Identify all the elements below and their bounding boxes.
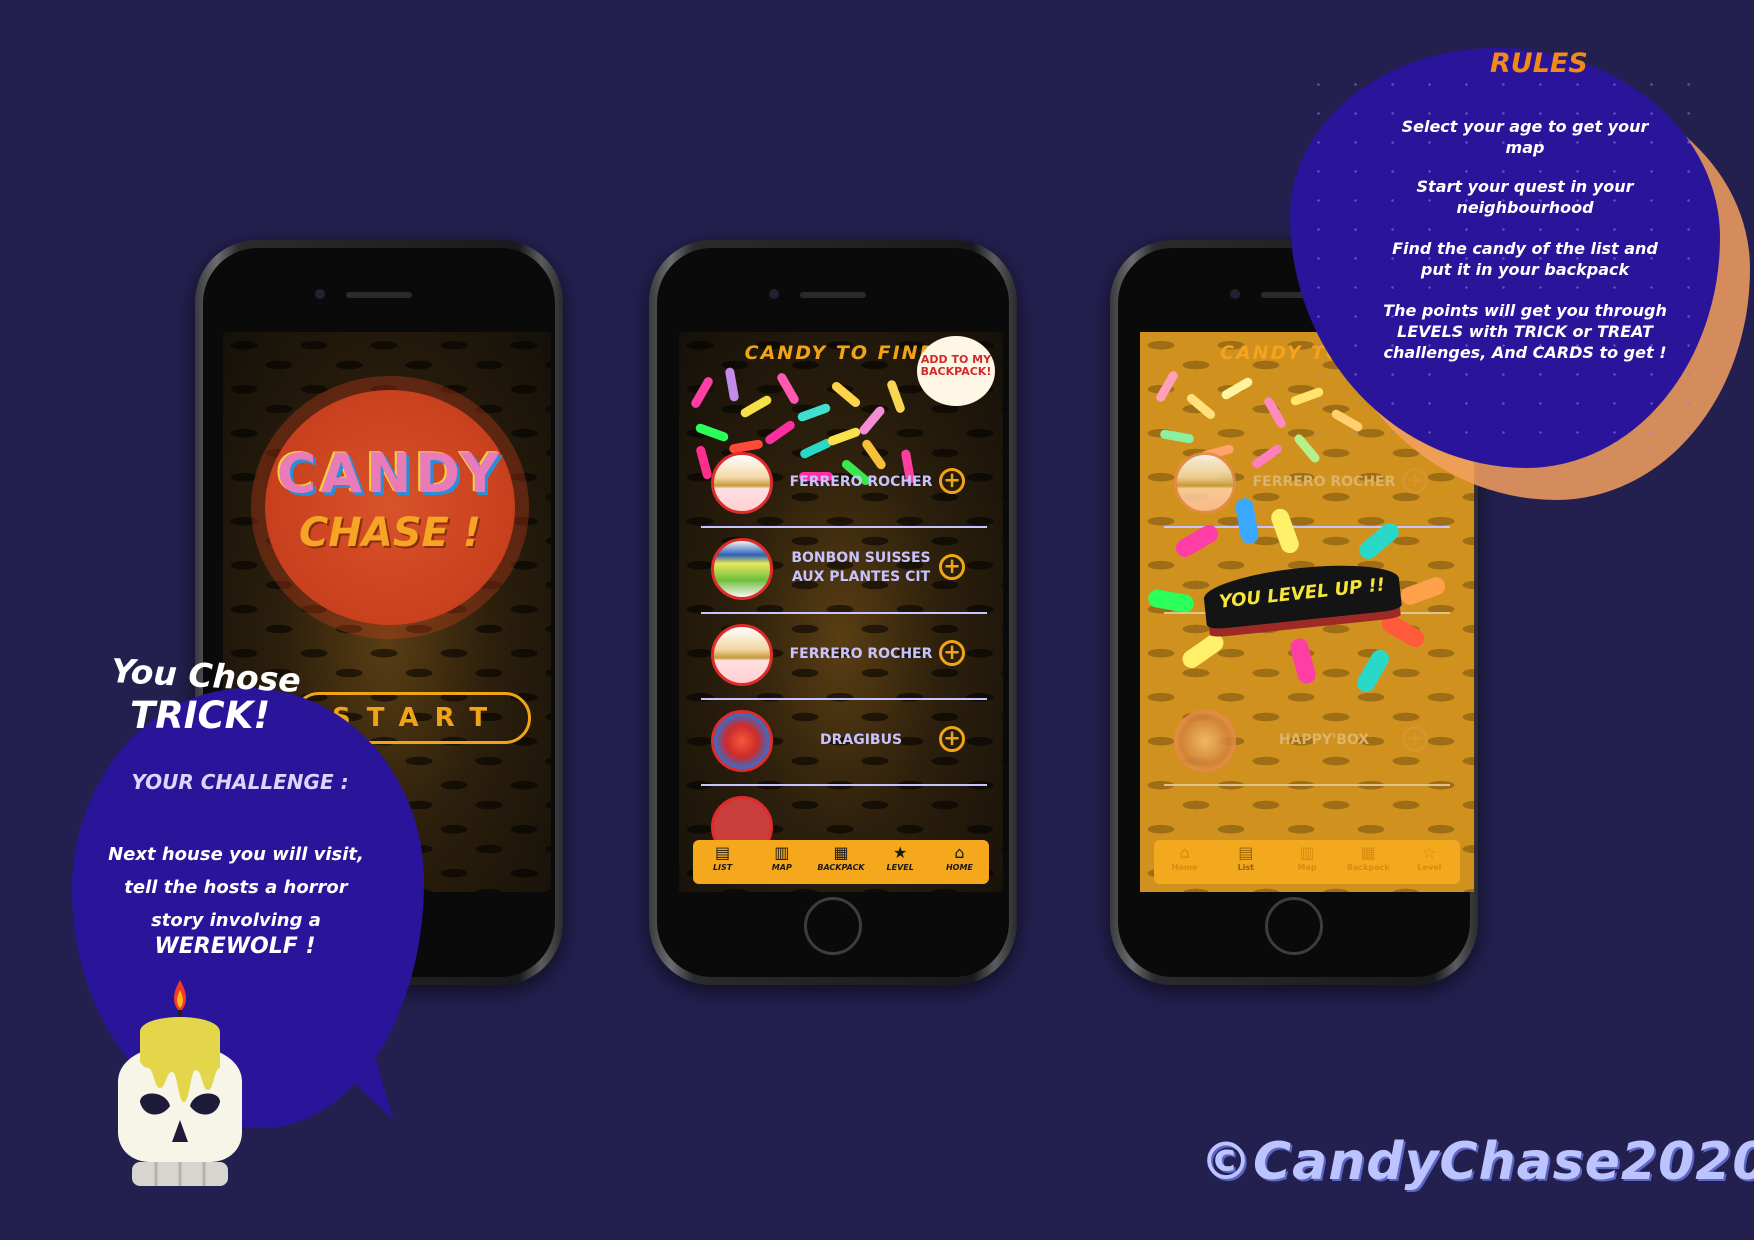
tab-backpack[interactable]: ▦ BACKPACK [811,840,870,884]
phone-list-screen: CANDY TO FIND ADD TO MY BACKPACK! FERRER… [649,240,1017,985]
home-icon: ⌂ [954,843,965,862]
candy-thumbnail [1174,710,1236,772]
tab-backpack[interactable]: ▦ Backpack [1338,840,1399,884]
add-candy-button[interactable]: + [939,468,965,494]
candy-name: BONBON SUISSES AUX PLANTES CIT [791,550,931,585]
backpack-icon: ▦ [1360,843,1376,862]
candy-name: HAPPY'BOX [1278,732,1370,748]
tab-home[interactable]: ⌂ Home [1154,840,1215,884]
front-camera [769,289,779,299]
candy-list-item[interactable]: DRAGIBUS + [701,700,987,786]
rules-line: The points will get you through LEVELS w… [1383,301,1667,362]
front-camera [1230,289,1240,299]
list-icon: ▤ [1238,843,1254,862]
candy-list-item[interactable]: FERRERO ROCHER + [701,442,987,528]
earpiece-speaker [346,292,412,298]
add-candy-button[interactable]: + [939,640,965,666]
tab-map[interactable]: ▥ Map [1276,840,1337,884]
logo-candy-text: CANDY [276,442,504,505]
home-button[interactable] [804,897,862,955]
earpiece-speaker [800,292,866,298]
candy-thumbnail [711,710,773,772]
challenge-body: Next house you will visit, tell the host… [108,844,364,931]
candy-name: FERRERO ROCHER [1252,474,1396,490]
tab-home[interactable]: ⌂ HOME [930,840,989,884]
add-candy-button[interactable]: + [939,554,965,580]
tab-level[interactable]: ☆ Level [1399,840,1460,884]
backpack-icon: ▦ [833,843,849,862]
candy-list-screen: CANDY TO FIND ADD TO MY BACKPACK! FERRER… [679,332,1003,892]
candy-list-item[interactable]: FERRERO ROCHER + [701,614,987,700]
candy-list-item[interactable]: HAPPY'BOX + [1164,700,1450,786]
skull-candle-illustration [118,980,242,1186]
logo-chase-text: CHASE ! [298,510,482,556]
tab-level[interactable]: ★ LEVEL [871,840,930,884]
add-candy-button[interactable]: + [1402,468,1428,494]
list-icon: ▤ [715,843,731,862]
logo-circle: CANDY CHASE ! [265,390,515,625]
copyright-text: ©CandyChase2020 [1200,1132,1754,1192]
candy-thumbnail [711,452,773,514]
front-camera [315,289,325,299]
challenge-trick: TRICK! [130,694,271,737]
bottom-tab-bar: ⌂ Home ▤ List ▥ Map ▦ Backpack ☆ Level [1154,840,1460,884]
tab-list[interactable]: ▤ List [1215,840,1276,884]
phone-body: CANDY TO FIND ADD TO MY BACKPACK! FERRER… [657,248,1009,977]
challenge-subtitle: YOUR CHALLENGE : [131,770,349,794]
map-icon: ▥ [774,843,790,862]
add-candy-button[interactable]: + [1402,726,1428,752]
rules-line: Start your quest in your neighbourhood [1416,177,1634,217]
candy-list-item[interactable]: BONBON SUISSES AUX PLANTES CIT + [701,528,987,614]
rules-line: Select your age to get your map [1401,117,1649,157]
candy-name: FERRERO ROCHER [789,474,933,490]
candy-thumbnail [711,538,773,600]
tab-list[interactable]: ▤ LIST [693,840,752,884]
add-candy-button[interactable]: + [939,726,965,752]
candy-thumbnail [1174,452,1236,514]
bottom-tab-bar: ▤ LIST ▥ MAP ▦ BACKPACK ★ LEVEL ⌂ HOME [693,840,989,884]
home-icon: ⌂ [1179,843,1190,862]
rules-line: Find the candy of the list and put it in… [1392,239,1658,279]
add-to-backpack-bubble[interactable]: ADD TO MY BACKPACK! [917,336,995,406]
map-icon: ▥ [1299,843,1315,862]
tab-map[interactable]: ▥ MAP [752,840,811,884]
home-button[interactable] [1265,897,1323,955]
candy-name: FERRERO ROCHER [789,646,933,662]
challenge-highlight: WEREWOLF ! [154,934,316,959]
star-icon: ★ [893,843,908,862]
rules-title: RULES [1490,48,1588,79]
star-icon: ☆ [1422,843,1437,862]
candy-name: DRAGIBUS [819,732,903,748]
candy-thumbnail [711,624,773,686]
candy-list-item[interactable]: FERRERO ROCHER + [1164,442,1450,528]
